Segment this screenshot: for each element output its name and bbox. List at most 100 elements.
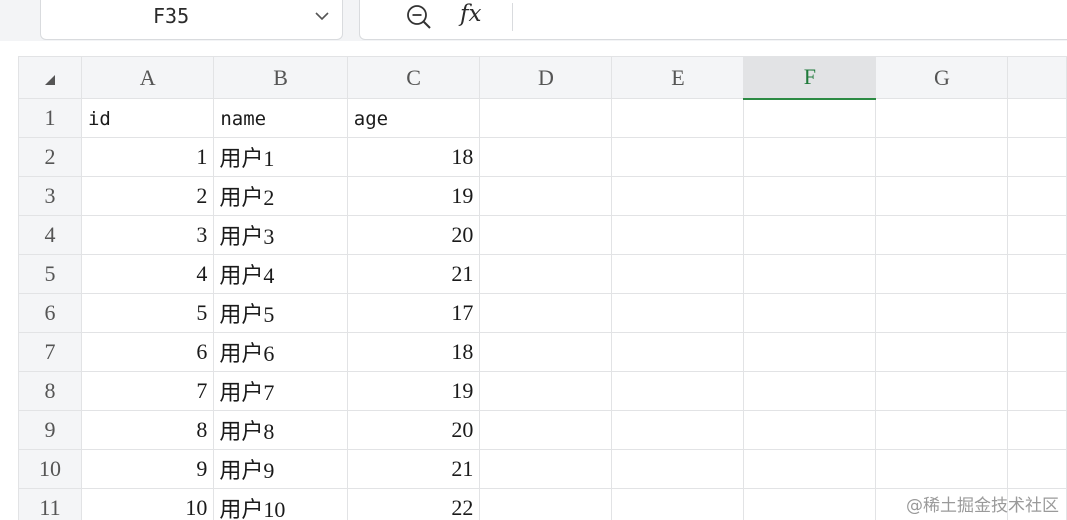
- cell-c4[interactable]: 20: [346, 215, 481, 255]
- cell-c1[interactable]: age: [346, 98, 481, 138]
- cell-a1[interactable]: id: [80, 98, 215, 138]
- cell-overflow[interactable]: [1007, 332, 1067, 372]
- cell-e5[interactable]: [611, 254, 745, 294]
- cell-a7[interactable]: 6: [80, 332, 215, 372]
- cell-b5[interactable]: 用户4: [213, 254, 348, 294]
- name-box[interactable]: F35: [40, 0, 343, 40]
- column-header-a[interactable]: A: [80, 56, 215, 99]
- cell-f5[interactable]: [743, 254, 877, 294]
- cell-e9[interactable]: [611, 410, 745, 450]
- row-header[interactable]: 10: [18, 449, 82, 489]
- cell-c8[interactable]: 19: [346, 371, 481, 411]
- fx-icon[interactable]: fx: [460, 1, 481, 27]
- row-header[interactable]: 1: [18, 98, 82, 138]
- cell-overflow[interactable]: [1007, 176, 1067, 216]
- cell-b11[interactable]: 用户10: [213, 488, 348, 520]
- cell-g1[interactable]: [875, 98, 1009, 138]
- cell-d3[interactable]: [479, 176, 613, 216]
- cell-b6[interactable]: 用户5: [213, 293, 348, 333]
- name-box-value[interactable]: F35: [153, 4, 189, 28]
- cell-overflow[interactable]: [1007, 215, 1067, 255]
- cell-g4[interactable]: [875, 215, 1009, 255]
- cell-a5[interactable]: 4: [80, 254, 215, 294]
- cell-a4[interactable]: 3: [80, 215, 215, 255]
- cell-f6[interactable]: [743, 293, 877, 333]
- cell-d10[interactable]: [479, 449, 613, 489]
- cell-d5[interactable]: [479, 254, 613, 294]
- cell-c2[interactable]: 18: [346, 137, 481, 177]
- cell-e4[interactable]: [611, 215, 745, 255]
- cell-c7[interactable]: 18: [346, 332, 481, 372]
- cell-d8[interactable]: [479, 371, 613, 411]
- row-header[interactable]: 6: [18, 293, 82, 333]
- cell-f8[interactable]: [743, 371, 877, 411]
- cell-g8[interactable]: [875, 371, 1009, 411]
- chevron-down-icon[interactable]: [313, 9, 331, 23]
- cell-f1[interactable]: [743, 98, 877, 138]
- row-header[interactable]: 7: [18, 332, 82, 372]
- cell-f9[interactable]: [743, 410, 877, 450]
- cell-overflow[interactable]: [1007, 137, 1067, 177]
- cell-d7[interactable]: [479, 332, 613, 372]
- cell-d4[interactable]: [479, 215, 613, 255]
- cell-e7[interactable]: [611, 332, 745, 372]
- row-header[interactable]: 11: [18, 488, 82, 520]
- cell-c5[interactable]: 21: [346, 254, 481, 294]
- cell-a9[interactable]: 8: [80, 410, 215, 450]
- cell-b9[interactable]: 用户8: [213, 410, 348, 450]
- cell-b2[interactable]: 用户1: [213, 137, 348, 177]
- row-header[interactable]: 3: [18, 176, 82, 216]
- column-header-g[interactable]: G: [875, 56, 1009, 99]
- cell-d6[interactable]: [479, 293, 613, 333]
- column-header-overflow[interactable]: [1007, 56, 1067, 99]
- zoom-out-icon[interactable]: [405, 3, 433, 31]
- cell-a3[interactable]: 2: [80, 176, 215, 216]
- cell-g5[interactable]: [875, 254, 1009, 294]
- cell-a11[interactable]: 10: [80, 488, 215, 520]
- cell-overflow[interactable]: [1007, 293, 1067, 333]
- cell-b4[interactable]: 用户3: [213, 215, 348, 255]
- cell-a10[interactable]: 9: [80, 449, 215, 489]
- row-header[interactable]: 9: [18, 410, 82, 450]
- cell-c9[interactable]: 20: [346, 410, 481, 450]
- cell-g9[interactable]: [875, 410, 1009, 450]
- cell-e8[interactable]: [611, 371, 745, 411]
- cell-overflow[interactable]: [1007, 98, 1067, 138]
- cell-a8[interactable]: 7: [80, 371, 215, 411]
- cell-f2[interactable]: [743, 137, 877, 177]
- cell-overflow[interactable]: [1007, 254, 1067, 294]
- cell-g2[interactable]: [875, 137, 1009, 177]
- cell-c10[interactable]: 21: [346, 449, 481, 489]
- cell-b3[interactable]: 用户2: [213, 176, 348, 216]
- cell-f3[interactable]: [743, 176, 877, 216]
- cell-d2[interactable]: [479, 137, 613, 177]
- cell-d9[interactable]: [479, 410, 613, 450]
- cell-e6[interactable]: [611, 293, 745, 333]
- cell-d11[interactable]: [479, 488, 613, 520]
- cell-f11[interactable]: [743, 488, 877, 520]
- cell-g7[interactable]: [875, 332, 1009, 372]
- column-header-f[interactable]: F: [743, 56, 877, 100]
- column-header-d[interactable]: D: [479, 56, 613, 99]
- cell-b10[interactable]: 用户9: [213, 449, 348, 489]
- formula-input-area[interactable]: fx: [359, 0, 1067, 40]
- cell-e10[interactable]: [611, 449, 745, 489]
- cell-b7[interactable]: 用户6: [213, 332, 348, 372]
- row-header[interactable]: 8: [18, 371, 82, 411]
- cell-e3[interactable]: [611, 176, 745, 216]
- cell-c6[interactable]: 17: [346, 293, 481, 333]
- cell-b8[interactable]: 用户7: [213, 371, 348, 411]
- cell-f4[interactable]: [743, 215, 877, 255]
- cell-f10[interactable]: [743, 449, 877, 489]
- column-header-b[interactable]: B: [213, 56, 348, 99]
- cell-e2[interactable]: [611, 137, 745, 177]
- cell-c3[interactable]: 19: [346, 176, 481, 216]
- cell-overflow[interactable]: [1007, 449, 1067, 489]
- column-header-c[interactable]: C: [346, 56, 481, 99]
- cell-e11[interactable]: [611, 488, 745, 520]
- cell-g6[interactable]: [875, 293, 1009, 333]
- cell-c11[interactable]: 22: [346, 488, 481, 520]
- cell-e1[interactable]: [611, 98, 745, 138]
- cell-overflow[interactable]: [1007, 371, 1067, 411]
- cell-d1[interactable]: [479, 98, 613, 138]
